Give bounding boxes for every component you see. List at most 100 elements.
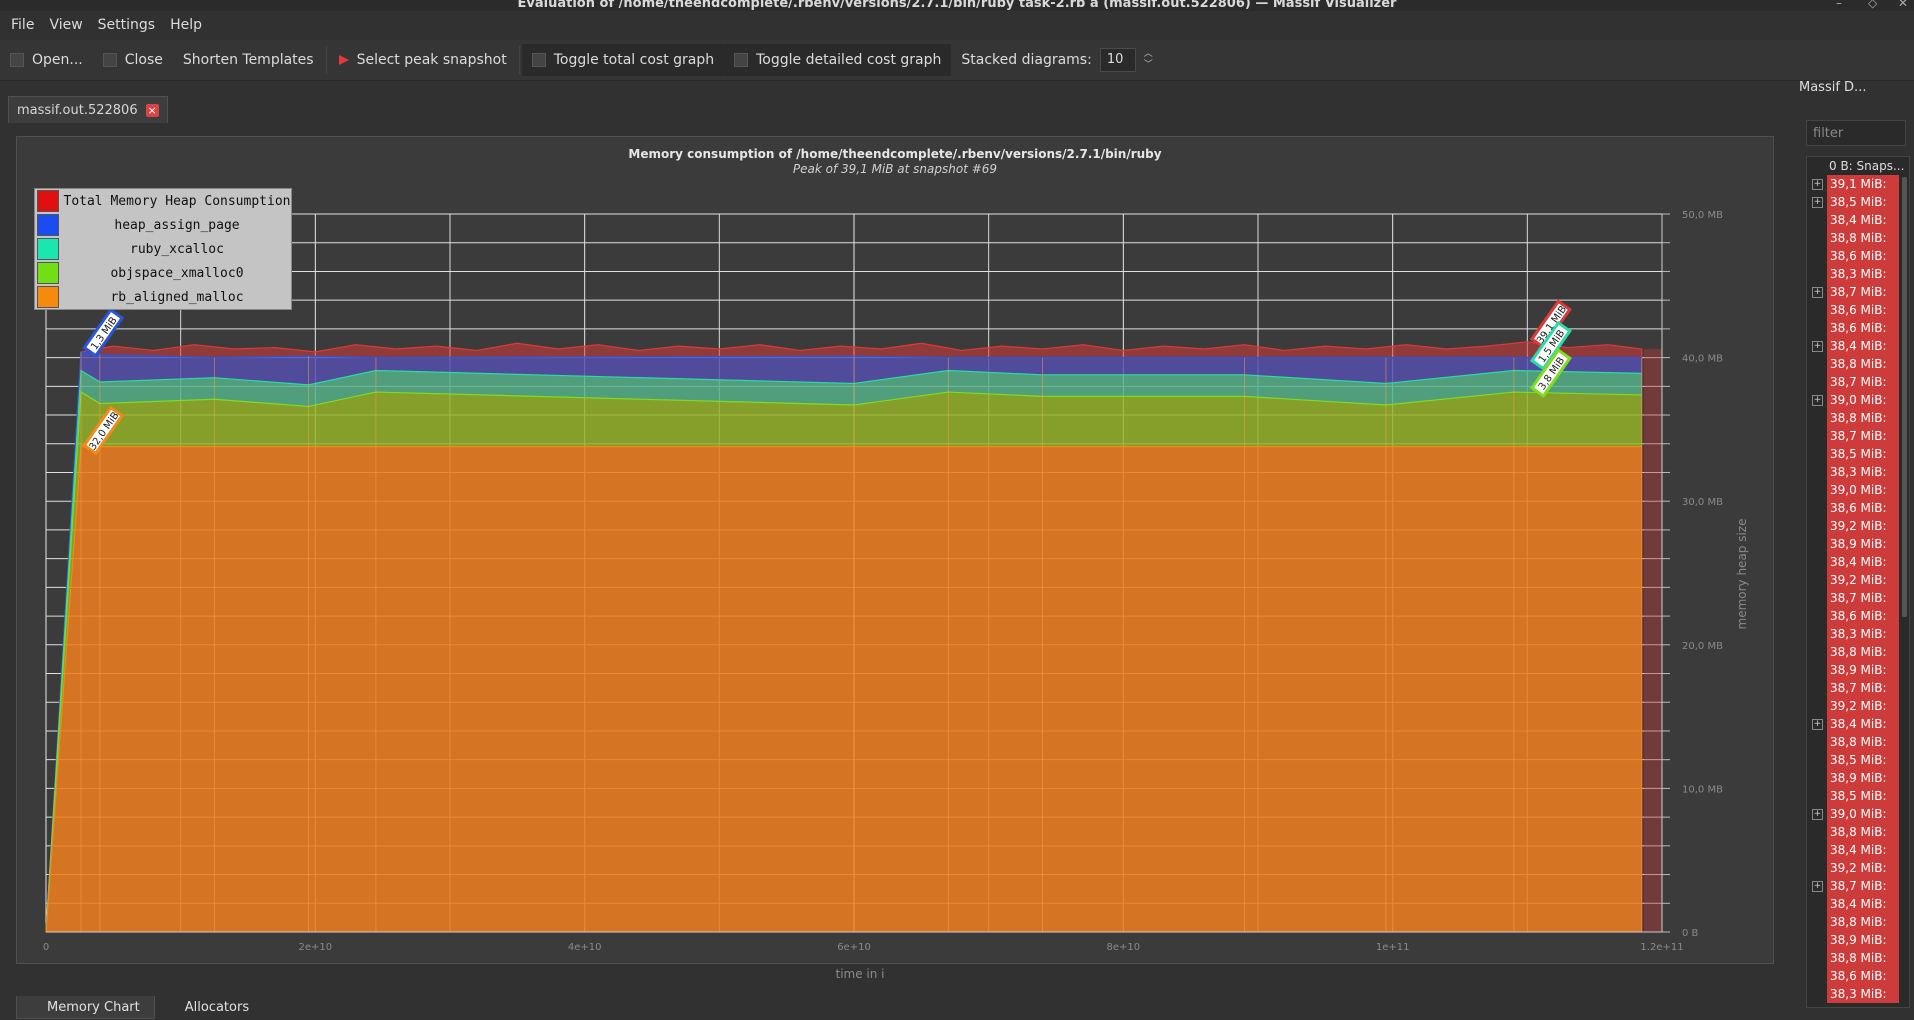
filter-input[interactable]: filter bbox=[1806, 120, 1906, 146]
snapshot-row[interactable]: 38,3 MiB: ... bbox=[1807, 265, 1909, 299]
expand-icon[interactable]: + bbox=[1812, 395, 1823, 406]
toggle-detailed-cost-button[interactable]: Toggle detailed cost graph bbox=[724, 44, 952, 76]
snapshot-row[interactable]: 38,5 MiB: ... bbox=[1807, 787, 1909, 821]
snapshot-row[interactable]: 38,4 MiB: ... bbox=[1807, 211, 1909, 245]
snapshot-row[interactable]: 38,3 MiB: ... bbox=[1807, 463, 1909, 497]
massif-data-panel: Massif D... filter 0 B: Snaps... +39,1 M… bbox=[1798, 80, 1914, 1018]
expand-icon[interactable]: + bbox=[1812, 719, 1823, 730]
menu-bar: File View Settings Help bbox=[0, 11, 1914, 39]
tab-memory-chart[interactable]: Memory Chart bbox=[16, 996, 155, 1019]
snapshot-row[interactable]: 38,8 MiB: ... bbox=[1807, 355, 1909, 389]
expand-icon[interactable]: + bbox=[1812, 287, 1823, 298]
snapshot-row[interactable]: 38,6 MiB: ... bbox=[1807, 301, 1909, 335]
snapshot-row[interactable]: +38,4 MiB: ... bbox=[1807, 337, 1909, 371]
flag-icon bbox=[338, 55, 349, 65]
snapshot-row[interactable]: 38,4 MiB: ... bbox=[1807, 895, 1909, 929]
close-label: Close bbox=[124, 52, 163, 68]
legend-item-total: Total Memory Heap Consumption bbox=[35, 189, 291, 213]
legend-label: heap_assign_page bbox=[114, 217, 240, 233]
snapshot-row[interactable]: 38,8 MiB: ... bbox=[1807, 949, 1909, 983]
snapshot-label: 38,9 MiB: ... bbox=[1827, 769, 1899, 803]
snapshot-row[interactable]: 38,9 MiB: ... bbox=[1807, 535, 1909, 569]
expand-icon[interactable]: + bbox=[1812, 179, 1823, 190]
snapshot-tree[interactable]: 0 B: Snaps... +39,1 MiB: ...+38,5 MiB: .… bbox=[1806, 156, 1910, 1008]
snapshot-label: 38,4 MiB: ... bbox=[1827, 895, 1899, 929]
snapshot-row[interactable]: 39,2 MiB: ... bbox=[1807, 517, 1909, 551]
snapshot-row[interactable]: +38,5 MiB: ... bbox=[1807, 193, 1909, 227]
snapshot-label: 39,2 MiB: ... bbox=[1827, 859, 1899, 893]
snapshot-label: 38,5 MiB: ... bbox=[1827, 193, 1899, 227]
snapshot-row[interactable]: +38,7 MiB: ... bbox=[1807, 283, 1909, 317]
snapshot-row[interactable]: 38,8 MiB: ... bbox=[1807, 409, 1909, 443]
snapshot-row[interactable]: 38,7 MiB: ... bbox=[1807, 679, 1909, 713]
close-window-icon[interactable]: ✕ bbox=[1898, 0, 1908, 10]
snapshot-row[interactable]: 38,8 MiB: ... bbox=[1807, 823, 1909, 857]
minimize-icon[interactable]: – bbox=[1836, 0, 1842, 10]
snapshot-row[interactable]: 38,4 MiB: ... bbox=[1807, 841, 1909, 875]
snapshot-row[interactable]: 38,8 MiB: ... bbox=[1807, 733, 1909, 767]
snapshot-row[interactable]: +38,7 MiB: ... bbox=[1807, 877, 1909, 911]
open-button[interactable]: Open... bbox=[0, 44, 93, 76]
maximize-icon[interactable]: ◇ bbox=[1868, 0, 1877, 10]
snapshot-label: 38,7 MiB: ... bbox=[1827, 877, 1899, 911]
shorten-templates-button[interactable]: Shorten Templates bbox=[173, 44, 324, 76]
expand-icon[interactable]: + bbox=[1812, 197, 1823, 208]
snapshot-label: 39,0 MiB: ... bbox=[1827, 481, 1899, 515]
snapshot-row[interactable]: 38,8 MiB: ... bbox=[1807, 229, 1909, 263]
snapshot-row[interactable]: +38,4 MiB: ... bbox=[1807, 715, 1909, 749]
snapshot-row[interactable]: 38,6 MiB: ... bbox=[1807, 319, 1909, 353]
snapshot-row[interactable]: 38,5 MiB: ... bbox=[1807, 751, 1909, 785]
snapshot-row[interactable]: 38,9 MiB: ... bbox=[1807, 769, 1909, 803]
scrollbar[interactable] bbox=[1902, 177, 1907, 617]
close-button[interactable]: Close bbox=[93, 44, 173, 76]
snapshot-row[interactable]: 38,9 MiB: ... bbox=[1807, 661, 1909, 695]
snapshot-row[interactable]: 38,9 MiB: ... bbox=[1807, 931, 1909, 965]
expand-icon[interactable]: + bbox=[1812, 881, 1823, 892]
snapshot-row[interactable]: +39,0 MiB: ... bbox=[1807, 805, 1909, 839]
snapshot-row[interactable]: 38,8 MiB: ... bbox=[1807, 913, 1909, 947]
stacked-diagrams-spinbox[interactable]: 10 ︿ ﹀ bbox=[1099, 48, 1153, 72]
menu-view[interactable]: View bbox=[49, 17, 82, 33]
toggle-total-label: Toggle total cost graph bbox=[553, 52, 715, 68]
tab-massif-file[interactable]: massif.out.522806 × bbox=[8, 96, 168, 123]
toggle-detailed-label: Toggle detailed cost graph bbox=[756, 52, 942, 68]
shorten-label: Shorten Templates bbox=[182, 52, 314, 68]
tab-allocators[interactable]: Allocators bbox=[155, 996, 263, 1018]
expand-icon[interactable]: + bbox=[1812, 341, 1823, 352]
x-axis-label: time in i bbox=[835, 967, 884, 981]
snapshot-row[interactable]: 39,2 MiB: ... bbox=[1807, 859, 1909, 893]
snapshot-row[interactable]: 38,6 MiB: ... bbox=[1807, 499, 1909, 533]
panel-title: Massif D... bbox=[1799, 80, 1867, 95]
snapshot-row[interactable]: 38,6 MiB: ... bbox=[1807, 247, 1909, 281]
spin-arrows-icon[interactable]: ︿ ﹀ bbox=[1144, 49, 1153, 71]
menu-help[interactable]: Help bbox=[170, 17, 202, 33]
snapshot-row[interactable]: 39,0 MiB: ... bbox=[1807, 481, 1909, 515]
snapshot-row[interactable]: 38,3 MiB: ... bbox=[1807, 985, 1909, 1007]
menu-file[interactable]: File bbox=[11, 17, 34, 33]
snapshot-row[interactable]: 39,2 MiB: ... bbox=[1807, 571, 1909, 605]
snapshot-label: 38,4 MiB: ... bbox=[1827, 211, 1899, 245]
snapshot-row[interactable]: 38,5 MiB: ... bbox=[1807, 445, 1909, 479]
snapshot-row[interactable]: 38,7 MiB: ... bbox=[1807, 589, 1909, 623]
snapshot-label: 38,8 MiB: ... bbox=[1827, 823, 1899, 857]
snapshot-row[interactable]: 38,7 MiB: ... bbox=[1807, 427, 1909, 461]
snapshot-label: 38,7 MiB: ... bbox=[1827, 283, 1899, 317]
snapshot-row[interactable]: 38,6 MiB: ... bbox=[1807, 607, 1909, 641]
snapshot-row[interactable]: 39,2 MiB: ... bbox=[1807, 697, 1909, 731]
toggle-total-cost-button[interactable]: Toggle total cost graph bbox=[521, 44, 725, 76]
snapshot-label: 38,7 MiB: ... bbox=[1827, 679, 1899, 713]
snapshot-row[interactable]: 38,4 MiB: ... bbox=[1807, 553, 1909, 587]
open-label: Open... bbox=[32, 52, 83, 68]
select-peak-button[interactable]: Select peak snapshot bbox=[329, 44, 517, 76]
legend-swatch bbox=[37, 214, 59, 236]
snapshot-label: 38,9 MiB: ... bbox=[1827, 661, 1899, 695]
close-tab-icon[interactable]: × bbox=[145, 103, 159, 117]
snapshot-row[interactable]: 38,7 MiB: ... bbox=[1807, 373, 1909, 407]
snapshot-row[interactable]: 38,8 MiB: ... bbox=[1807, 643, 1909, 677]
snapshot-row[interactable]: +39,0 MiB: ... bbox=[1807, 391, 1909, 425]
snapshot-row[interactable]: +39,1 MiB: ... bbox=[1807, 175, 1909, 209]
expand-icon[interactable]: + bbox=[1812, 809, 1823, 820]
snapshot-row[interactable]: 38,3 MiB: ... bbox=[1807, 625, 1909, 659]
menu-settings[interactable]: Settings bbox=[98, 17, 155, 33]
snapshot-row[interactable]: 38,6 MiB: ... bbox=[1807, 967, 1909, 1001]
